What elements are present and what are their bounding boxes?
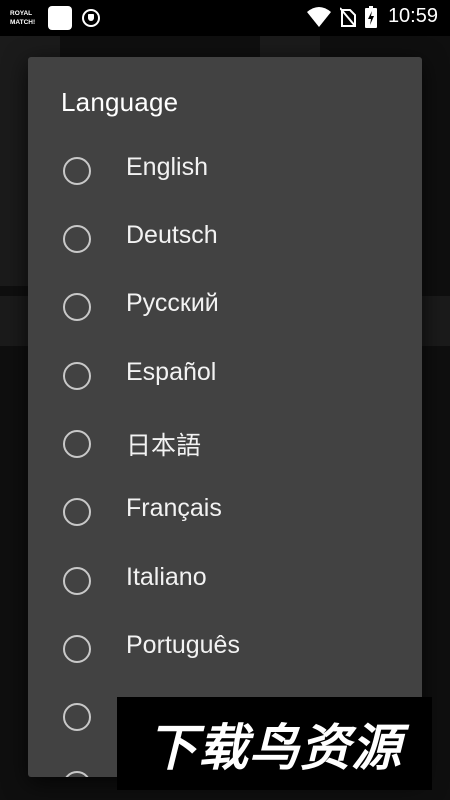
option-label: Deutsch [126, 221, 218, 249]
wifi-icon [306, 6, 331, 27]
language-option-italiano[interactable]: Italiano [28, 551, 422, 611]
option-label: Italiano [126, 563, 207, 591]
battery-charging-icon [364, 5, 377, 28]
language-option-francais[interactable]: Français [28, 482, 422, 542]
clock: 10:59 [387, 5, 438, 27]
language-option-english[interactable]: English [28, 141, 422, 201]
option-label: Русский [126, 289, 219, 317]
language-option-russian[interactable]: Русский [28, 277, 422, 337]
radio-button-icon[interactable] [63, 225, 91, 253]
radio-button-icon[interactable] [63, 703, 91, 731]
language-option-deutsch[interactable]: Deutsch [28, 209, 422, 269]
option-label: Español [126, 358, 217, 386]
option-label: 日本語 [126, 432, 202, 460]
radio-button-icon[interactable] [63, 498, 91, 526]
dialog-title: Language [61, 87, 179, 117]
watermark: 下载鸟资源 [117, 697, 432, 790]
radio-button-icon[interactable] [63, 635, 91, 663]
radio-button-icon[interactable] [63, 430, 91, 458]
no-sim-icon [339, 6, 356, 27]
watermark-text: 下载鸟资源 [147, 718, 402, 777]
language-option-portugues[interactable]: Português [28, 619, 422, 679]
language-option-espanol[interactable]: Español [28, 346, 422, 406]
option-label: English [126, 153, 208, 181]
radio-button-icon[interactable] [63, 293, 91, 321]
radio-button-icon[interactable] [63, 157, 91, 185]
language-option-japanese[interactable]: 日本語 [28, 414, 422, 474]
option-label: Português [126, 631, 240, 659]
status-bar: ROYAL MATCH! 10:59 [0, 0, 450, 36]
radio-button-icon[interactable] [63, 362, 91, 390]
shield-icon [82, 9, 100, 27]
radio-button-icon[interactable] [63, 771, 91, 777]
notification-square-icon [48, 6, 72, 30]
option-label: Français [126, 494, 222, 522]
royal-match-icon: ROYAL MATCH! [10, 10, 36, 26]
language-dialog: Language English Deutsch Русский Español… [28, 57, 422, 777]
radio-button-icon[interactable] [63, 567, 91, 595]
